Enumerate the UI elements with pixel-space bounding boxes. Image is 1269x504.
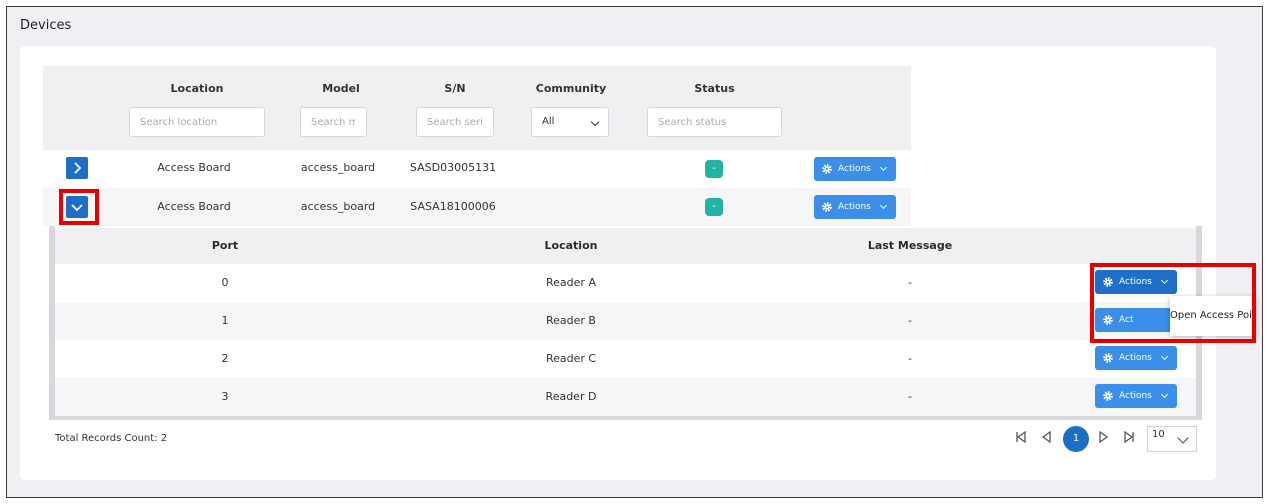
column-header-model[interactable]: Model	[300, 82, 382, 95]
table-row: Access Board access_board SASA18100006 -…	[43, 188, 911, 226]
gear-icon	[1103, 391, 1113, 401]
port-last-message: -	[908, 276, 912, 289]
actions-button[interactable]: Actions	[1095, 346, 1177, 370]
row-sn: SASA18100006	[410, 200, 496, 213]
page-number-current[interactable]: 1	[1063, 426, 1089, 452]
chevron-down-icon	[590, 117, 600, 127]
column-header-location[interactable]: Location	[147, 82, 247, 95]
model-search-input[interactable]	[300, 107, 367, 137]
table-row: 2 Reader C - Actions	[55, 340, 1196, 378]
chevron-down-icon	[1177, 432, 1189, 444]
port-last-message: -	[908, 314, 912, 327]
page-size-value: 10	[1152, 429, 1165, 440]
community-select-value: All	[542, 116, 555, 127]
row-model: access_board	[300, 200, 376, 213]
actions-button[interactable]: Actions	[814, 195, 896, 219]
highlight-box	[59, 189, 99, 225]
expand-row-button[interactable]	[66, 157, 88, 179]
subtable-header-last-message[interactable]: Last Message	[840, 239, 980, 252]
port-last-message: -	[908, 352, 912, 365]
sn-search-input[interactable]	[416, 107, 494, 137]
actions-label: Actions	[1119, 353, 1152, 363]
port-location: Reader C	[545, 352, 597, 365]
status-search-input[interactable]	[647, 107, 782, 137]
community-select[interactable]: All	[531, 107, 609, 137]
column-header-community[interactable]: Community	[531, 82, 611, 95]
actions-label: Actions	[838, 202, 871, 212]
port-value: 2	[221, 352, 229, 365]
status-badge: -	[705, 160, 723, 178]
row-location: Access Board	[157, 161, 231, 174]
chevron-down-icon	[879, 163, 888, 172]
row-sn: SASD03005131	[409, 161, 497, 174]
chevron-down-icon	[1160, 352, 1169, 361]
chevron-right-icon	[74, 162, 82, 174]
actions-label: Actions	[838, 164, 871, 174]
page-title: Devices	[20, 18, 72, 33]
column-header-sn[interactable]: S/N	[416, 82, 494, 95]
chevron-down-icon	[1160, 390, 1169, 399]
table-row: 1 Reader B - Act	[55, 302, 1196, 340]
row-location: Access Board	[157, 200, 231, 213]
actions-label: Actions	[1119, 391, 1152, 401]
actions-button[interactable]: Actions	[814, 157, 896, 181]
subtable-header-port[interactable]: Port	[170, 239, 280, 252]
highlight-box	[1090, 263, 1256, 343]
port-location: Reader B	[546, 314, 596, 327]
port-value: 1	[221, 314, 229, 327]
next-page-icon[interactable]	[1098, 430, 1110, 448]
location-search-input[interactable]	[129, 107, 265, 137]
gear-icon	[822, 164, 832, 174]
chevron-down-icon	[879, 201, 888, 210]
port-value: 0	[221, 276, 229, 289]
port-location: Reader D	[545, 390, 597, 403]
table-row: 3 Reader D - Actions	[55, 378, 1196, 416]
port-location: Reader A	[546, 276, 596, 289]
column-header-status[interactable]: Status	[647, 82, 782, 95]
last-page-icon[interactable]	[1123, 430, 1135, 448]
port-last-message: -	[908, 390, 912, 403]
table-row: 0 Reader A - Actions	[55, 264, 1196, 302]
subtable-header: Port Location Last Message	[55, 228, 1196, 264]
previous-page-icon[interactable]	[1040, 430, 1052, 448]
status-badge: -	[705, 198, 723, 216]
table-row: Access Board access_board SASD03005131 -…	[43, 150, 911, 188]
first-page-icon[interactable]	[1015, 430, 1027, 448]
actions-button[interactable]: Actions	[1095, 384, 1177, 408]
row-model: access_board	[300, 161, 376, 174]
page-size-select[interactable]: 10	[1147, 426, 1197, 452]
gear-icon	[1103, 353, 1113, 363]
total-records-count: Total Records Count: 2	[55, 433, 168, 444]
gear-icon	[822, 202, 832, 212]
subtable-header-location[interactable]: Location	[495, 239, 647, 252]
port-value: 3	[221, 390, 229, 403]
